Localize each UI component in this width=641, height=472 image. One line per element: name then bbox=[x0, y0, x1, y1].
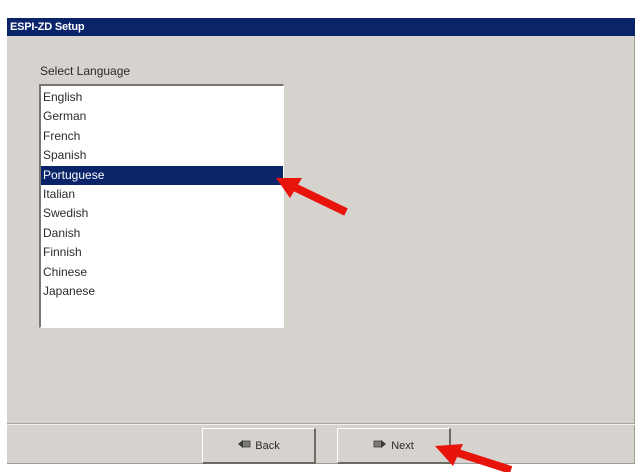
language-option-japanese[interactable]: Japanese bbox=[41, 282, 283, 301]
language-option-swedish[interactable]: Swedish bbox=[41, 204, 283, 223]
window-title: ESPI-ZD Setup bbox=[7, 18, 635, 36]
language-listbox[interactable]: English German French Spanish Portuguese… bbox=[39, 84, 284, 328]
language-option-italian[interactable]: Italian bbox=[41, 185, 283, 204]
next-arrow-icon bbox=[373, 439, 387, 452]
setup-window: ESPI-ZD Setup Select Language English Ge… bbox=[7, 18, 635, 464]
language-option-english[interactable]: English bbox=[41, 88, 283, 107]
select-language-label: Select Language bbox=[40, 64, 131, 78]
back-arrow-icon bbox=[237, 439, 251, 452]
language-option-french[interactable]: French bbox=[41, 127, 283, 146]
language-option-finnish[interactable]: Finnish bbox=[41, 243, 283, 262]
language-option-portuguese[interactable]: Portuguese bbox=[41, 165, 283, 185]
back-button-label: Back bbox=[255, 439, 280, 452]
language-option-chinese[interactable]: Chinese bbox=[41, 263, 283, 282]
language-option-danish[interactable]: Danish bbox=[41, 224, 283, 243]
footer-divider bbox=[7, 423, 635, 425]
next-button-label: Next bbox=[391, 439, 414, 452]
language-option-german[interactable]: German bbox=[41, 107, 283, 126]
screenshot-page: ESPI-ZD Setup Select Language English Ge… bbox=[0, 0, 641, 472]
language-option-spanish[interactable]: Spanish bbox=[41, 146, 283, 165]
annotation-arrow-language bbox=[276, 178, 348, 216]
back-button[interactable]: Back bbox=[202, 428, 316, 464]
annotation-arrow-next bbox=[435, 444, 513, 472]
